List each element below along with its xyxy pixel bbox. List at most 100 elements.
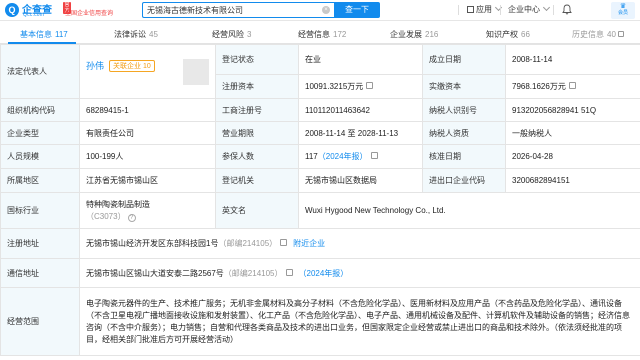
reg-authority-label: 登记机关 [215, 168, 299, 193]
site-logo[interactable]: Q 企查查 Qcc.com 官方 全国企业信用查询 [5, 2, 113, 19]
reg-status-label: 登记状态 [215, 44, 299, 75]
clear-icon[interactable]: × [322, 6, 330, 14]
insured-value: 117 [305, 152, 318, 161]
company-info-table: 法定代表人 孙伟 关联企业 10 登记状态 在业 成立日期 2008-11-14 注… [0, 44, 640, 356]
related-companies-tag[interactable]: 关联企业 10 [109, 59, 155, 72]
paid-capital-value: 7968.1626万元 [512, 82, 566, 91]
logo-subtitle: 全国企业信用查询 [65, 11, 114, 17]
search-input[interactable] [143, 3, 318, 17]
industry-value: 特种陶瓷制品制造 [86, 199, 150, 209]
tab-legal-litigation[interactable]: 法律诉讼 45 [114, 29, 158, 40]
logo-mark-icon: Q [5, 3, 19, 17]
avatar [183, 58, 209, 85]
table-row: 组织机构代码 68289415-1 工商注册号 110112011463642 … [0, 98, 640, 122]
crown-icon: ♛ [619, 3, 627, 10]
tab-label: 经营风险 [212, 30, 244, 39]
table-row: 经营范围 电子陶瓷元器件的生产、技术推广服务；无机非金属材料及高分子材料（不含危… [0, 287, 640, 356]
grid-icon [467, 6, 474, 13]
bell-icon[interactable] [562, 4, 572, 15]
tab-label: 法律诉讼 [114, 30, 146, 39]
company-type-label: 企业类型 [0, 121, 80, 145]
english-name-value: Wuxi Hygood New Technology Co., Ltd. [298, 192, 640, 229]
table-row: 注册地址 无锡市锡山经济开发区东部科技园1号（邮编214105） 附近企业 [0, 228, 640, 259]
taxpayer-qual-value: 一般纳税人 [505, 121, 640, 145]
search-box: × [142, 2, 334, 18]
table-row: 人员规模 100-199人 参保人数 117（2024年报） 核准日期 2026… [0, 144, 640, 169]
nav-divider [500, 5, 501, 15]
nearby-companies-link[interactable]: 附近企业 [293, 239, 325, 248]
biz-reg-no-label: 工商注册号 [215, 98, 299, 122]
chevron-down-icon [542, 3, 551, 12]
top-bar: Q 企查查 Qcc.com 官方 全国企业信用查询 × 查一下 应用 企业中心 … [0, 0, 640, 21]
paid-capital-label: 实缴资本 [422, 74, 506, 99]
legal-rep-name[interactable]: 孙伟 [86, 61, 104, 71]
reg-address-label: 注册地址 [0, 228, 80, 259]
related-count: 10 [143, 62, 151, 70]
biz-term-label: 营业期限 [215, 121, 299, 145]
company-type-value: 有限责任公司 [79, 121, 216, 145]
copy-icon[interactable] [285, 268, 293, 276]
logo-url: Qcc.com [23, 12, 45, 18]
tab-count: 117 [55, 30, 68, 39]
nav-app-label: 应用 [476, 5, 492, 14]
tab-development[interactable]: 企业发展 216 [390, 29, 438, 40]
scope-label: 经营范围 [0, 287, 80, 356]
vip-badge[interactable]: ♛ 会员 [611, 2, 635, 19]
nav-divider [553, 5, 554, 15]
tab-basic-info[interactable]: 基本信息 117 [20, 29, 68, 40]
region-label: 所属地区 [0, 168, 80, 193]
tab-label: 企业发展 [390, 30, 422, 39]
tab-count: 216 [425, 30, 439, 39]
copy-icon[interactable] [370, 152, 378, 159]
tab-label: 知识产权 [486, 30, 518, 39]
copy-icon[interactable] [568, 82, 576, 89]
region-value: 江苏省无锡市锡山区 [79, 168, 216, 193]
tab-business-risk[interactable]: 经营风险 3 [212, 29, 251, 40]
table-row: 企业类型 有限责任公司 营业期限 2008-11-14 至 2028-11-13… [0, 121, 640, 145]
insured-cell: 117（2024年报） [298, 144, 423, 169]
nav-app-menu[interactable]: 应用 [467, 3, 503, 15]
tab-history[interactable]: 历史信息 40 [572, 29, 624, 40]
search-button[interactable]: 查一下 [334, 2, 380, 18]
staff-size-value: 100-199人 [79, 144, 216, 169]
taxpayer-id-label: 纳税人识别号 [422, 98, 506, 122]
tab-count: 45 [149, 30, 158, 39]
english-name-label: 英文名 [215, 192, 299, 229]
copy-icon[interactable] [366, 82, 374, 89]
legal-rep-label: 法定代表人 [0, 44, 80, 99]
est-date-value: 2008-11-14 [505, 44, 640, 75]
reg-status-value: 在业 [298, 44, 423, 75]
approval-date-value: 2026-04-28 [505, 144, 640, 169]
mail-address-zip: （邮编214105） [223, 268, 283, 278]
copy-icon[interactable] [280, 239, 288, 246]
reg-capital-value: 10091.3215万元 [305, 82, 364, 91]
insured-year-link[interactable]: （2024年报） [318, 152, 368, 161]
nav-enterprise-center-label: 企业中心 [508, 5, 540, 14]
biz-term-value: 2008-11-14 至 2028-11-13 [298, 121, 423, 145]
paid-capital-cell: 7968.1626万元 [505, 74, 640, 99]
table-row: 法定代表人 孙伟 关联企业 10 登记状态 在业 成立日期 2008-11-14 [0, 44, 640, 99]
staff-size-label: 人员规模 [0, 144, 80, 169]
tab-label: 历史信息 [572, 30, 604, 39]
org-code-label: 组织机构代码 [0, 98, 80, 122]
nav-divider [458, 5, 459, 15]
industry-code: （C3073） [86, 211, 126, 221]
mail-address-year-link[interactable]: （2024年报） [299, 269, 349, 278]
related-tag-label: 关联企业 [113, 62, 142, 70]
external-link-icon [617, 31, 624, 37]
tab-count: 3 [247, 30, 252, 39]
mail-address-label: 通信地址 [0, 258, 80, 288]
tab-count: 66 [521, 30, 530, 39]
help-icon[interactable]: ? [127, 213, 136, 222]
legal-rep-cell: 孙伟 关联企业 10 [79, 44, 216, 99]
est-date-label: 成立日期 [422, 44, 506, 75]
tab-ip[interactable]: 知识产权 66 [486, 29, 530, 40]
industry-label: 国标行业 [0, 192, 80, 229]
biz-reg-no-value: 110112011463642 [298, 98, 423, 122]
tab-count: 172 [333, 30, 347, 39]
vip-label: 会员 [617, 10, 628, 16]
tab-business-info[interactable]: 经营信息 172 [298, 29, 346, 40]
insured-label: 参保人数 [215, 144, 299, 169]
nav-enterprise-center[interactable]: 企业中心 [508, 3, 551, 15]
table-row: 国标行业 特种陶瓷制品制造 （C3073）? 英文名 Wuxi Hygood Ne… [0, 192, 640, 229]
